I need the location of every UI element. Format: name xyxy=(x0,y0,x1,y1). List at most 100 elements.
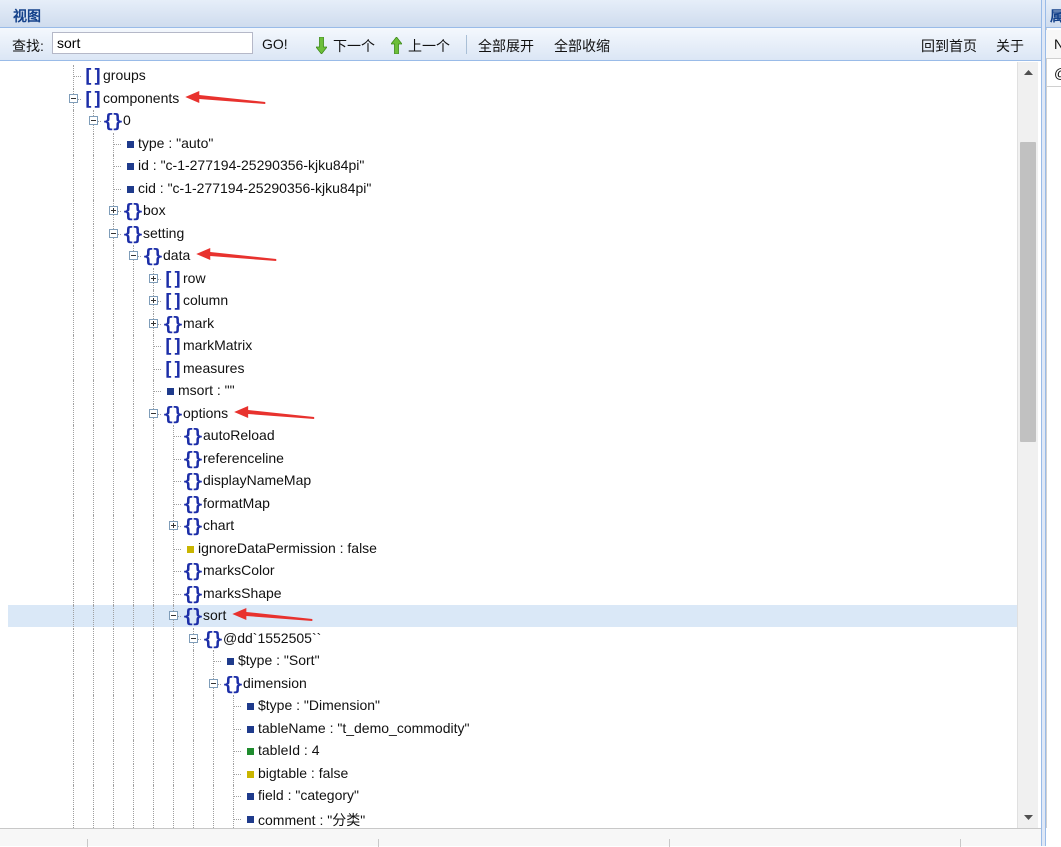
tree-row[interactable]: {} marksColor xyxy=(8,560,1017,582)
tree-row[interactable]: {} @dd`1552505`` xyxy=(8,628,1017,650)
tree-node-label[interactable]: bigtable : false xyxy=(258,765,348,781)
json-tree[interactable]: [] groups[] components{} 0 type : "auto" id :… xyxy=(8,62,1017,828)
tree-row[interactable]: id : "c-1-277194-25290356-kjku84pi" xyxy=(8,155,1017,177)
about-button[interactable]: 关于 xyxy=(996,36,1024,56)
tree-node-label[interactable]: referenceline xyxy=(203,450,284,466)
expand-icon[interactable] xyxy=(149,319,158,328)
tree-row[interactable]: {} data xyxy=(8,245,1017,267)
collapse-icon[interactable] xyxy=(89,116,98,125)
tree-row[interactable]: $type : "Dimension" xyxy=(8,695,1017,717)
tree-node-label[interactable]: sort xyxy=(203,607,226,623)
expand-icon[interactable] xyxy=(169,521,178,530)
tree-row[interactable]: {} mark xyxy=(8,313,1017,335)
tree-scrollbar[interactable] xyxy=(1017,62,1038,828)
tree-node-label[interactable]: components xyxy=(103,90,179,106)
collapse-icon[interactable] xyxy=(149,409,158,418)
tree-row[interactable]: {} formatMap xyxy=(8,493,1017,515)
expand-icon[interactable] xyxy=(109,206,118,215)
tree-guide-line xyxy=(73,313,74,335)
tree-node-label[interactable]: groups xyxy=(103,67,146,83)
tree-row[interactable]: [] measures xyxy=(8,358,1017,380)
tree-row[interactable]: {} chart xyxy=(8,515,1017,537)
tree-row[interactable]: ignoreDataPermission : false xyxy=(8,538,1017,560)
tree-row[interactable]: {} marksShape xyxy=(8,583,1017,605)
search-input[interactable] xyxy=(52,32,253,54)
home-button[interactable]: 回到首页 xyxy=(921,36,977,56)
right-panel-row[interactable]: @ xyxy=(1046,60,1061,87)
tree-node-label[interactable]: row xyxy=(183,270,206,286)
tree-row[interactable]: [] components xyxy=(8,88,1017,110)
tree-node-label[interactable]: setting xyxy=(143,225,184,241)
tree-row[interactable]: {} box xyxy=(8,200,1017,222)
tree-node-label[interactable]: box xyxy=(143,202,166,218)
tree-node-label[interactable]: cid : "c-1-277194-25290356-kjku84pi" xyxy=(138,180,371,196)
tree-row[interactable]: {} sort xyxy=(8,605,1017,627)
object-brace-icon: {} xyxy=(222,673,244,695)
tree-node-label[interactable]: autoReload xyxy=(203,427,275,443)
tree-row[interactable]: {} referenceline xyxy=(8,448,1017,470)
collapse-icon[interactable] xyxy=(209,679,218,688)
tree-node-label[interactable]: msort : "" xyxy=(178,382,235,398)
tree-node-label[interactable]: $type : "Dimension" xyxy=(258,697,380,713)
tree-row[interactable]: [] column xyxy=(8,290,1017,312)
next-button[interactable]: 下一个 xyxy=(316,36,375,56)
tree-node-label[interactable]: mark xyxy=(183,315,214,331)
tree-row[interactable]: {} options xyxy=(8,403,1017,425)
collapse-icon[interactable] xyxy=(69,94,78,103)
tree-node-label[interactable]: @dd`1552505`` xyxy=(223,630,321,646)
tree-node-label[interactable]: ignoreDataPermission : false xyxy=(198,540,377,556)
tree-node-label[interactable]: formatMap xyxy=(203,495,270,511)
tree-row[interactable]: [] groups xyxy=(8,65,1017,87)
tree-node-label[interactable]: type : "auto" xyxy=(138,135,213,151)
tree-node-label[interactable]: id : "c-1-277194-25290356-kjku84pi" xyxy=(138,157,364,173)
scroll-down-icon[interactable] xyxy=(1018,807,1039,828)
tree-node-label[interactable]: 0 xyxy=(123,112,131,128)
tree-node-label[interactable]: marksShape xyxy=(203,585,282,601)
tree-node-label[interactable]: tableName : "t_demo_commodity" xyxy=(258,720,469,736)
collapse-icon[interactable] xyxy=(109,229,118,238)
expand-icon[interactable] xyxy=(149,274,158,283)
tree-row[interactable]: cid : "c-1-277194-25290356-kjku84pi" xyxy=(8,178,1017,200)
scroll-thumb[interactable] xyxy=(1020,142,1036,442)
prev-button[interactable]: 上一个 xyxy=(391,36,450,56)
tree-node-label[interactable]: displayNameMap xyxy=(203,472,311,488)
tree-row[interactable]: type : "auto" xyxy=(8,133,1017,155)
tree-node-label[interactable]: options xyxy=(183,405,228,421)
expand-all-button[interactable]: 全部展开 xyxy=(478,36,534,56)
tree-node-label[interactable]: $type : "Sort" xyxy=(238,652,320,668)
tree-row[interactable]: msort : "" xyxy=(8,380,1017,402)
tree-node-label[interactable]: comment : "分类" xyxy=(258,810,365,828)
tree-node-label[interactable]: markMatrix xyxy=(183,337,252,353)
tree-node-label[interactable]: field : "category" xyxy=(258,787,359,803)
tree-node-label[interactable]: dimension xyxy=(243,675,307,691)
collapse-all-button[interactable]: 全部收缩 xyxy=(554,36,610,56)
collapse-icon[interactable] xyxy=(169,611,178,620)
go-button[interactable]: GO! xyxy=(262,36,288,52)
tree-row[interactable]: {} autoReload xyxy=(8,425,1017,447)
tree-row[interactable]: tableId : 4 xyxy=(8,740,1017,762)
right-panel-column-header[interactable]: N xyxy=(1046,30,1061,59)
tree-row[interactable]: {} displayNameMap xyxy=(8,470,1017,492)
tree-row[interactable]: $type : "Sort" xyxy=(8,650,1017,672)
tree-node-label[interactable]: marksColor xyxy=(203,562,275,578)
collapse-icon[interactable] xyxy=(189,634,198,643)
tree-node-label[interactable]: chart xyxy=(203,517,234,533)
tree-guide-line xyxy=(153,740,154,762)
expand-icon[interactable] xyxy=(149,296,158,305)
tree-row[interactable]: [] row xyxy=(8,268,1017,290)
tree-row[interactable]: {} 0 xyxy=(8,110,1017,132)
tree-row[interactable]: tableName : "t_demo_commodity" xyxy=(8,718,1017,740)
tree-node-label[interactable]: measures xyxy=(183,360,244,376)
tree-row[interactable]: comment : "分类" xyxy=(8,808,1017,828)
tree-node-label[interactable]: data xyxy=(163,247,190,263)
tree-node-label[interactable]: tableId : 4 xyxy=(258,742,320,758)
tree-row[interactable]: field : "category" xyxy=(8,785,1017,807)
tree-row[interactable]: {} setting xyxy=(8,223,1017,245)
scroll-up-icon[interactable] xyxy=(1018,62,1039,83)
object-brace-icon: {} xyxy=(182,493,204,515)
collapse-icon[interactable] xyxy=(129,251,138,260)
tree-node-label[interactable]: column xyxy=(183,292,228,308)
tree-row[interactable]: [] markMatrix xyxy=(8,335,1017,357)
tree-row[interactable]: bigtable : false xyxy=(8,763,1017,785)
tree-row[interactable]: {} dimension xyxy=(8,673,1017,695)
